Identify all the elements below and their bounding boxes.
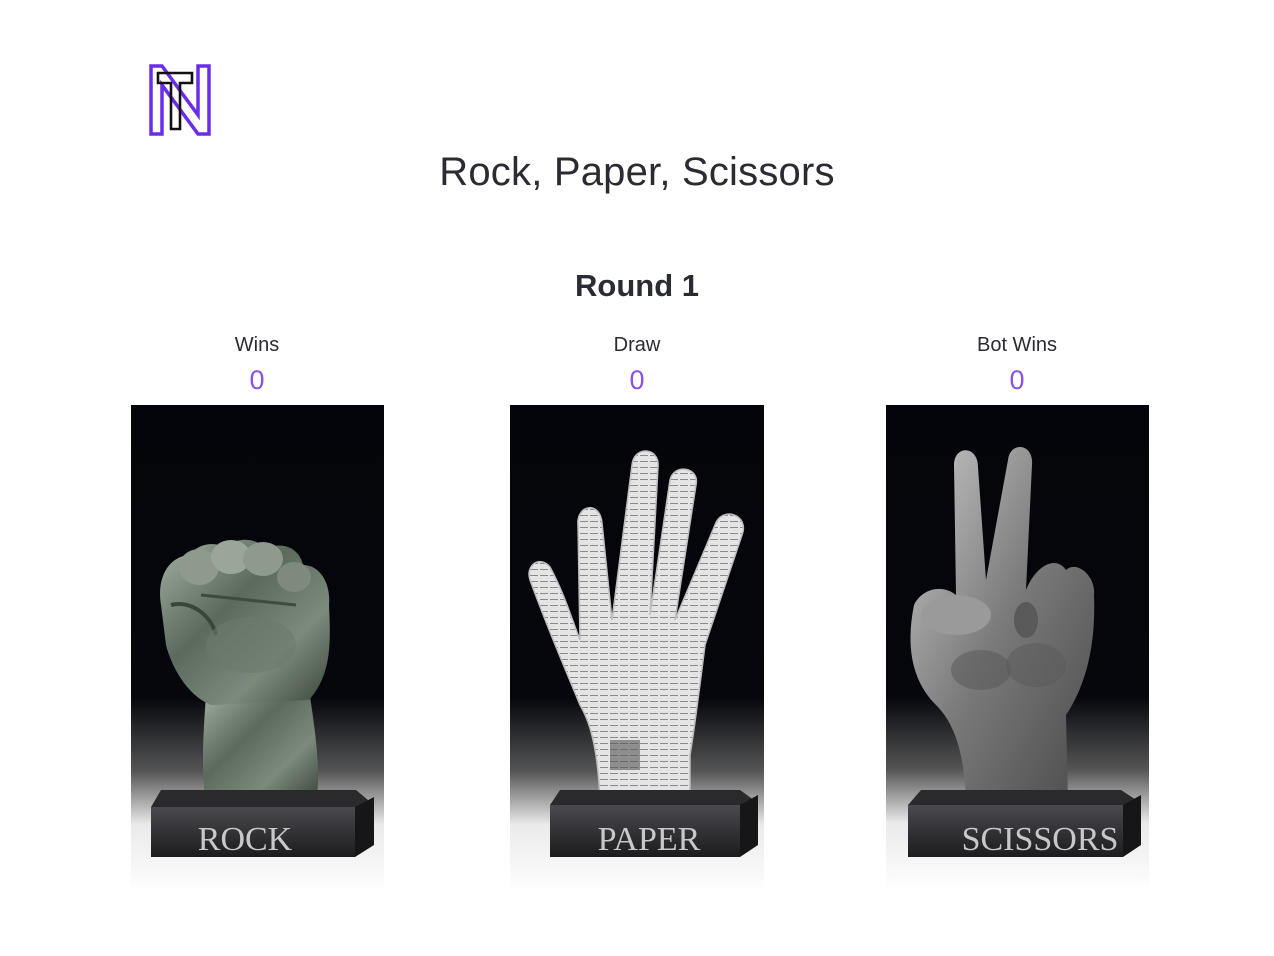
player-wins-score: Wins 0 — [137, 332, 377, 396]
page-title: Rock, Paper, Scissors — [439, 150, 835, 194]
draw-score: Draw 0 — [517, 332, 757, 396]
wins-value: 0 — [249, 365, 265, 395]
paper-label: PAPER — [598, 821, 701, 858]
draw-value: 0 — [629, 365, 645, 395]
scissors-label: SCISSORS — [962, 821, 1119, 858]
paper-choice-button[interactable]: PAPER — [510, 405, 764, 893]
wins-label: Wins — [234, 334, 280, 356]
draw-label: Draw — [613, 334, 661, 356]
rock-choice-button[interactable]: ROCK — [131, 405, 384, 893]
bot-wins-label: Bot Wins — [976, 334, 1058, 356]
round-indicator: Round 1 — [575, 268, 699, 303]
scissors-choice-button[interactable]: SCISSORS — [886, 405, 1149, 891]
bot-wins-value: 0 — [1009, 365, 1025, 395]
bot-wins-score: Bot Wins 0 — [897, 332, 1137, 396]
nt-logo-icon[interactable] — [148, 63, 212, 137]
rock-label: ROCK — [198, 821, 293, 858]
